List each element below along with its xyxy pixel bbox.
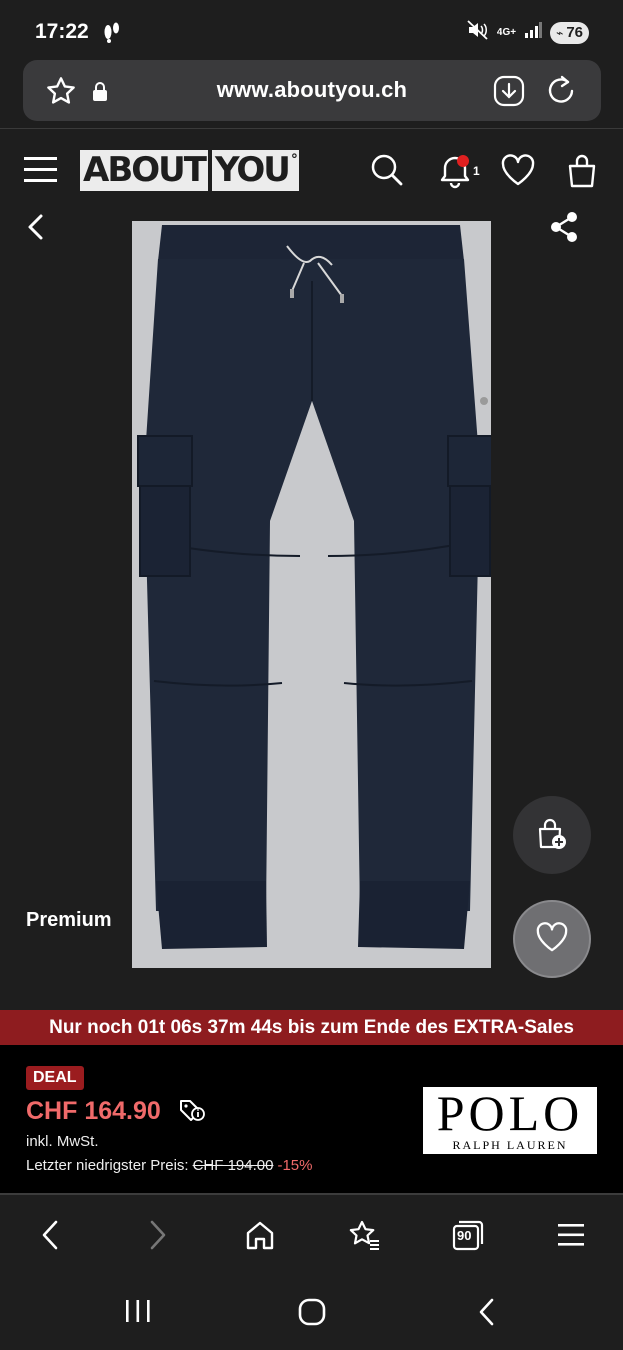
menu-icon[interactable] [23, 154, 59, 186]
reload-icon[interactable] [545, 74, 577, 106]
browser-back-icon[interactable] [31, 1215, 71, 1255]
price-info-icon[interactable] [178, 1098, 206, 1127]
logo-text-about: ABOUT [80, 150, 208, 191]
signal-icon [524, 22, 543, 43]
network-label: 4G+ [496, 26, 517, 38]
pants-illustration [137, 225, 491, 949]
add-to-cart-button[interactable] [513, 796, 591, 874]
activity-icon [102, 19, 122, 48]
deal-badge: DEAL [26, 1066, 84, 1090]
notification-count: 1 [473, 164, 480, 178]
product-image[interactable] [132, 221, 491, 968]
tab-count: 90 [457, 1228, 472, 1243]
tax-note: inkl. MwSt. [26, 1133, 99, 1150]
status-indicators: 4G+ ⌁ 76 [467, 20, 589, 45]
lowest-price-info: Letzter niedrigster Preis: CHF 194.00 -15% [26, 1157, 312, 1174]
share-icon[interactable] [548, 210, 580, 244]
status-time: 17:22 [35, 20, 89, 43]
notification-bell-icon[interactable] [435, 153, 475, 189]
price-section: DEAL CHF 164.90 inkl. MwSt. Letzter nied… [0, 1045, 623, 1193]
discount-percent: -15% [277, 1157, 313, 1174]
mute-icon [467, 20, 489, 45]
bag-add-icon [536, 816, 568, 855]
wishlist-heart-icon[interactable] [500, 153, 536, 187]
browser-forward-icon[interactable] [137, 1215, 177, 1255]
system-navigation-bar [0, 1273, 623, 1350]
brand-logo[interactable]: POLO RALPH LAUREN [423, 1087, 597, 1154]
add-to-wishlist-button[interactable] [513, 900, 591, 978]
recent-apps-icon[interactable] [123, 1298, 153, 1324]
bookmarks-icon[interactable] [344, 1215, 384, 1255]
brand-logo-main: POLO [436, 1085, 584, 1141]
battery-level: 76 [566, 24, 583, 41]
current-price: CHF 164.90 [26, 1097, 161, 1125]
site-header: ABOUT YOU ° [0, 129, 623, 215]
premium-label: Premium [26, 909, 112, 931]
browser-toolbar: 90 [0, 1195, 623, 1273]
sale-countdown-banner[interactable]: Nur noch 01t 06s 37m 44s bis zum Ende de… [0, 1010, 623, 1045]
about-you-logo[interactable]: ABOUT YOU ° [80, 150, 299, 191]
tabs-icon[interactable]: 90 [448, 1215, 488, 1255]
search-icon[interactable] [370, 153, 404, 187]
battery-icon: ⌁ [556, 25, 564, 40]
home-icon[interactable] [240, 1215, 280, 1255]
old-price: CHF 194.00 [192, 1157, 274, 1174]
back-arrow-icon[interactable] [24, 212, 50, 242]
browser-menu-icon[interactable] [551, 1215, 591, 1255]
logo-text-you: YOU ° [211, 150, 299, 191]
home-button-icon[interactable] [297, 1297, 327, 1327]
address-bar[interactable]: www.aboutyou.ch [23, 60, 601, 121]
system-back-icon[interactable] [476, 1297, 498, 1327]
shopping-bag-icon[interactable] [566, 152, 598, 188]
battery-indicator: ⌁ 76 [550, 21, 589, 44]
status-bar: 17:22 4G+ ⌁ 76 [0, 0, 623, 62]
download-icon[interactable] [493, 75, 525, 107]
lowest-price-label: Letzter niedrigster Preis: [26, 1157, 189, 1174]
heart-icon [535, 921, 569, 958]
